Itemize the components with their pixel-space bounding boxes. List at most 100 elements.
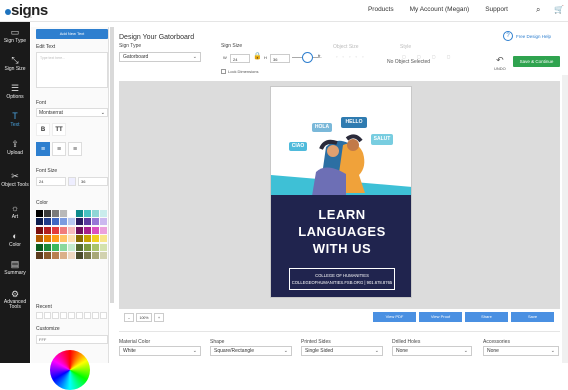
color-swatch[interactable]: [92, 226, 99, 234]
cart-icon[interactable]: 🛒: [554, 5, 564, 14]
color-swatch[interactable]: [60, 251, 67, 259]
color-swatch[interactable]: [44, 235, 51, 243]
color-swatch[interactable]: [76, 235, 83, 243]
color-swatch[interactable]: [36, 251, 43, 259]
recent-swatch[interactable]: [44, 312, 51, 319]
color-swatch[interactable]: [60, 243, 67, 251]
color-swatch[interactable]: [52, 210, 59, 217]
color-swatch[interactable]: [92, 243, 99, 251]
color-swatch[interactable]: [92, 235, 99, 243]
color-swatch[interactable]: [44, 218, 51, 226]
color-swatch[interactable]: [76, 226, 83, 234]
sign-preview[interactable]: HOLA HELLO CIAO SALUT LEARN LANGUAGES WI…: [270, 86, 412, 298]
color-swatch[interactable]: [36, 243, 43, 251]
font-select[interactable]: Montserrat ⌄: [36, 108, 108, 117]
color-swatch[interactable]: [68, 251, 75, 259]
save-button[interactable]: Save: [511, 312, 554, 322]
height-input[interactable]: 36: [270, 54, 290, 63]
sidebar-item-sign-type[interactable]: ▭ Sign Type: [0, 22, 30, 50]
zoom-in-button[interactable]: +: [154, 313, 164, 322]
color-swatch[interactable]: [52, 251, 59, 259]
accessories-select[interactable]: None ⌄: [483, 346, 559, 356]
uppercase-button[interactable]: TT: [52, 123, 66, 136]
color-swatch[interactable]: [76, 251, 83, 259]
undo-button[interactable]: ↶ UNDO: [494, 55, 506, 71]
recent-swatch[interactable]: [84, 312, 91, 319]
panel-scrollbar[interactable]: [110, 27, 114, 303]
color-swatch[interactable]: [36, 226, 43, 234]
font-size-input[interactable]: 24: [36, 177, 66, 186]
sidebar-item-upload[interactable]: ⇪ Upload: [0, 134, 30, 162]
color-swatch[interactable]: [44, 210, 51, 217]
bold-button[interactable]: B: [36, 123, 50, 136]
sidebar-item-advanced-tools[interactable]: ⚙ Advanced Tools: [0, 282, 30, 318]
color-swatch[interactable]: [44, 243, 51, 251]
nav-support[interactable]: Support: [485, 6, 508, 13]
color-swatch[interactable]: [68, 210, 75, 217]
color-swatch[interactable]: [76, 243, 83, 251]
sidebar-item-art[interactable]: ☼ Art: [0, 198, 30, 226]
nav-products[interactable]: Products: [368, 6, 394, 13]
color-swatch[interactable]: [36, 218, 43, 226]
recent-swatch[interactable]: [100, 312, 107, 319]
color-swatch[interactable]: [52, 218, 59, 226]
sidebar-item-color[interactable]: ◐ Color: [0, 226, 30, 254]
align-right-button[interactable]: ≡: [68, 142, 82, 156]
save-continue-button[interactable]: Save & Continue: [513, 56, 560, 67]
color-swatch[interactable]: [44, 226, 51, 234]
sidebar-item-summary[interactable]: ▤ Summary: [0, 254, 30, 282]
add-new-text-button[interactable]: Add New Text: [36, 29, 108, 39]
sidebar-item-text[interactable]: T Text: [0, 106, 30, 134]
color-swatch[interactable]: [44, 251, 51, 259]
color-wheel[interactable]: [50, 350, 90, 390]
custom-color-input[interactable]: FFF: [36, 335, 108, 344]
color-swatch[interactable]: [68, 243, 75, 251]
color-swatch[interactable]: [60, 218, 67, 226]
color-swatch[interactable]: [84, 210, 91, 217]
recent-swatch[interactable]: [36, 312, 43, 319]
color-swatch[interactable]: [100, 218, 107, 226]
recent-swatch[interactable]: [52, 312, 59, 319]
sign-type-select[interactable]: Gatorboard ⌄: [119, 52, 201, 62]
font-size-lock[interactable]: [68, 177, 76, 186]
sidebar-item-sign-size[interactable]: ⤡ Sign Size: [0, 50, 30, 78]
color-swatch[interactable]: [68, 226, 75, 234]
drilled-holes-select[interactable]: None ⌄: [392, 346, 472, 356]
search-icon[interactable]: ⌕: [536, 5, 540, 15]
color-swatch[interactable]: [92, 251, 99, 259]
color-swatch[interactable]: [100, 210, 107, 217]
nav-account[interactable]: My Account (Megan): [410, 6, 470, 13]
line-height-input[interactable]: 36: [78, 177, 108, 186]
color-swatch[interactable]: [100, 243, 107, 251]
color-swatch[interactable]: [60, 226, 67, 234]
color-swatch[interactable]: [100, 251, 107, 259]
zoom-out-button[interactable]: –: [124, 313, 134, 322]
size-slider[interactable]: [292, 52, 318, 63]
view-proof-button[interactable]: View Proof: [419, 312, 462, 322]
color-swatch[interactable]: [84, 243, 91, 251]
color-swatch[interactable]: [68, 218, 75, 226]
color-swatch[interactable]: [100, 235, 107, 243]
color-swatch[interactable]: [92, 210, 99, 217]
lock-dimensions-checkbox[interactable]: Lock Dimensions: [221, 69, 258, 74]
align-center-button[interactable]: ≡: [52, 142, 66, 156]
view-pdf-button[interactable]: View PDF: [373, 312, 416, 322]
width-input[interactable]: 24: [230, 54, 250, 63]
color-swatch[interactable]: [84, 226, 91, 234]
color-swatch[interactable]: [84, 218, 91, 226]
color-swatch[interactable]: [76, 218, 83, 226]
color-swatch[interactable]: [52, 235, 59, 243]
color-swatch[interactable]: [52, 226, 59, 234]
recent-swatch[interactable]: [76, 312, 83, 319]
material-color-select[interactable]: White ⌄: [119, 346, 201, 356]
color-swatch[interactable]: [92, 218, 99, 226]
recent-swatch[interactable]: [92, 312, 99, 319]
color-swatch[interactable]: [84, 235, 91, 243]
slider-knob[interactable]: [302, 52, 313, 63]
color-swatch[interactable]: [60, 210, 67, 217]
recent-swatch[interactable]: [60, 312, 67, 319]
color-swatch[interactable]: [36, 210, 43, 217]
page-scrollbar[interactable]: [562, 75, 568, 363]
color-swatch[interactable]: [84, 251, 91, 259]
sidebar-item-options[interactable]: ☰ Options: [0, 78, 30, 106]
